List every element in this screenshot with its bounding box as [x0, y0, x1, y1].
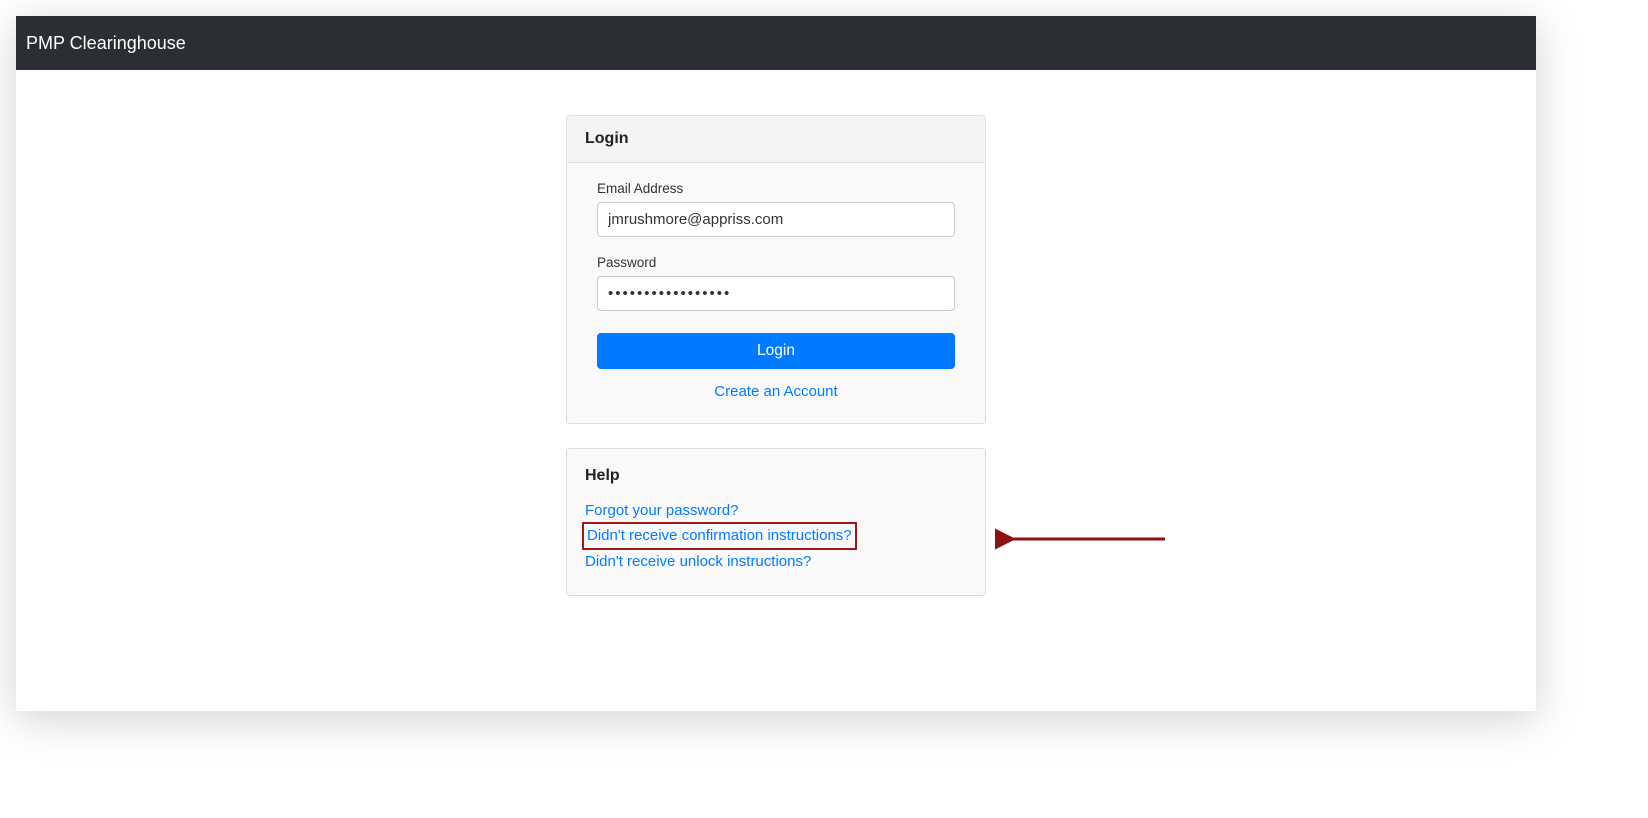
page-wrapper: PMP Clearinghouse Login Email Address Pa…: [16, 16, 1536, 711]
create-account-wrapper: Create an Account: [597, 383, 955, 401]
content-area: Login Email Address Password Login Creat…: [16, 70, 1536, 620]
confirmation-instructions-link[interactable]: Didn't receive confirmation instructions…: [582, 522, 857, 549]
login-header-title: Login: [585, 130, 629, 147]
create-account-link[interactable]: Create an Account: [714, 383, 837, 400]
email-input[interactable]: [597, 202, 955, 237]
help-card-body: Help Forgot your password? Didn't receiv…: [567, 449, 985, 595]
login-card: Login Email Address Password Login Creat…: [566, 115, 986, 424]
help-card: Help Forgot your password? Didn't receiv…: [566, 448, 986, 596]
password-input[interactable]: [597, 276, 955, 311]
unlock-instructions-link[interactable]: Didn't receive unlock instructions?: [585, 550, 811, 573]
email-label: Email Address: [597, 181, 955, 196]
login-card-header: Login: [567, 116, 985, 163]
annotation-arrow-icon: [995, 524, 1175, 554]
login-button[interactable]: Login: [597, 333, 955, 369]
forgot-password-link[interactable]: Forgot your password?: [585, 499, 738, 522]
navbar: PMP Clearinghouse: [16, 16, 1536, 70]
help-header-title: Help: [585, 467, 967, 485]
login-card-body: Email Address Password Login Create an A…: [567, 163, 985, 423]
navbar-title: PMP Clearinghouse: [26, 33, 186, 54]
password-label: Password: [597, 255, 955, 270]
